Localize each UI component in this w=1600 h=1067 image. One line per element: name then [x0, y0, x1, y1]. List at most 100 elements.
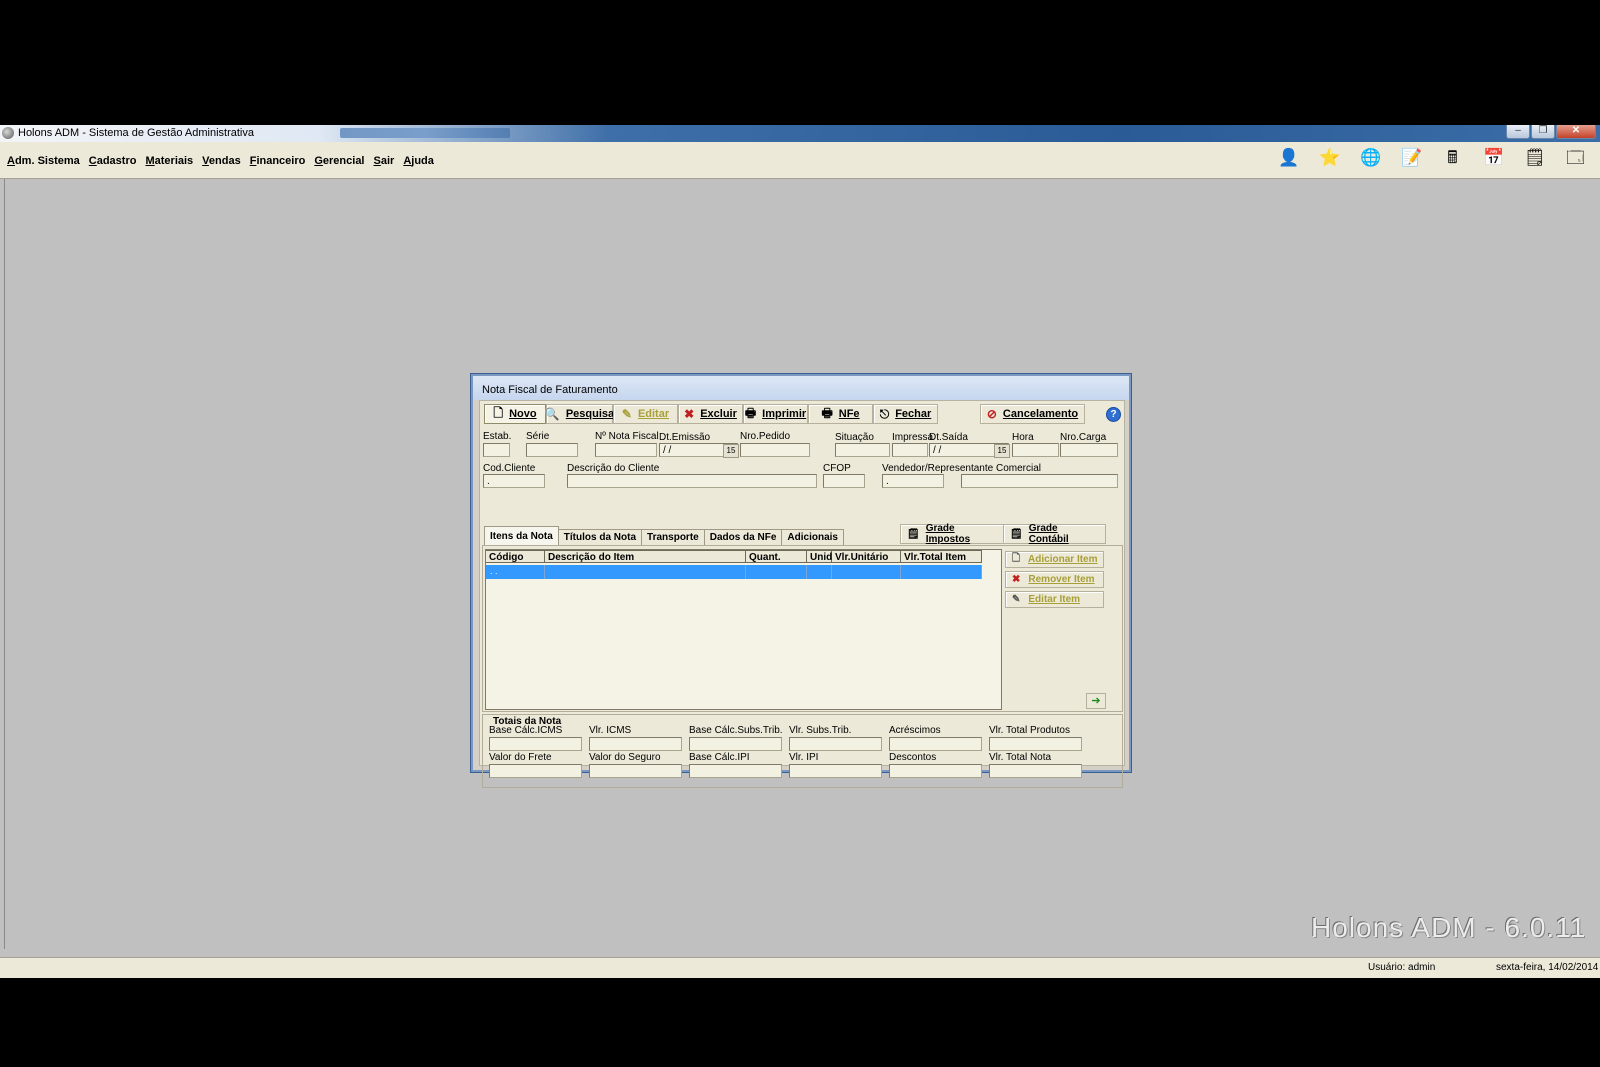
blurred-taskbar-region	[340, 128, 510, 138]
dt-emissao-calendar-icon[interactable]: 15	[723, 444, 739, 458]
menu-materiais[interactable]: Materiais	[145, 155, 193, 167]
dialog-title-bar: Nota Fiscal de Faturamento	[473, 376, 1129, 400]
new-document-icon: 🗋	[1012, 553, 1021, 564]
cancel-icon: ⊘	[986, 407, 997, 421]
grade-contabil-button[interactable]: 🗒 Grade Contábil	[1003, 523, 1106, 545]
adicionar-item-button[interactable]: 🗋 Adicionar Item	[1005, 551, 1104, 568]
minimize-button[interactable]: –	[1506, 125, 1530, 139]
grid-column-header[interactable]: Vlr.Unitário	[832, 550, 901, 563]
next-arrow-icon[interactable]: ➔	[1086, 693, 1106, 709]
nfe-label: NFe	[838, 408, 860, 420]
table-row[interactable]: . .	[486, 565, 982, 579]
menu-gerencial[interactable]: Gerencial	[314, 155, 364, 167]
grade-impostos-button[interactable]: 🗒 Grade Impostos	[900, 523, 1005, 545]
grid-cell[interactable]	[901, 565, 982, 579]
grid-cell[interactable]	[807, 565, 832, 579]
grid-cell[interactable]	[832, 565, 901, 579]
nota-fiscal-field[interactable]	[595, 443, 657, 457]
total-field[interactable]	[889, 737, 982, 751]
dt-saida-calendar-icon[interactable]: 15	[994, 444, 1010, 458]
remover-item-label: Remover Item	[1028, 574, 1095, 585]
grid-column-header[interactable]: Descrição do Item	[545, 550, 746, 563]
grid-column-header[interactable]: Código	[486, 550, 545, 563]
editar-button[interactable]: ✎ Editar	[613, 404, 678, 424]
menu-hotkey: V	[202, 155, 209, 167]
grid-column-header[interactable]: Quant.	[746, 550, 807, 563]
menu-adm-sistema[interactable]: Adm. Sistema	[7, 155, 80, 167]
impressa-field[interactable]	[892, 443, 928, 457]
total-field[interactable]	[789, 737, 882, 751]
total-field[interactable]	[589, 764, 682, 778]
pesquisa-button[interactable]: 🔍 Pesquisa	[544, 404, 614, 424]
menu-vendas[interactable]: Vendas	[202, 155, 241, 167]
notepad-edit-icon[interactable]: 📝	[1401, 147, 1422, 168]
novo-label: Novo	[509, 408, 537, 420]
imprimir-button[interactable]: 🖶 Imprimir	[743, 404, 808, 424]
total-field[interactable]	[489, 764, 582, 778]
menu-label: endas	[208, 155, 241, 167]
situacao-field[interactable]	[835, 443, 890, 457]
cfop-label: CFOP	[823, 463, 851, 474]
descricao-cliente-field[interactable]	[567, 474, 817, 488]
printer-nfe-icon: 🖶	[821, 405, 833, 420]
star-icon[interactable]: ⭐	[1319, 147, 1340, 168]
globe-icon[interactable]: 🌐	[1360, 147, 1381, 168]
menu-sair[interactable]: Sair	[374, 155, 395, 167]
menu-label: adastro	[96, 155, 137, 167]
user-icon[interactable]: 👤	[1278, 147, 1299, 168]
tab-2[interactable]: Transporte	[641, 529, 705, 546]
editar-label: Editar	[637, 408, 670, 420]
cancelamento-button[interactable]: ⊘ Cancelamento	[980, 404, 1085, 424]
excluir-button[interactable]: ✖ Excluir	[678, 404, 743, 424]
grid-column-header[interactable]: Vlr.Total Item	[901, 550, 982, 563]
menu-hotkey: S	[373, 155, 381, 167]
grid-cell[interactable]	[545, 565, 746, 579]
menu-financeiro[interactable]: Financeiro	[250, 155, 306, 167]
tab-0[interactable]: Itens da Nota	[484, 526, 559, 546]
grid-cell[interactable]	[746, 565, 807, 579]
cod-cliente-field[interactable]: .	[483, 474, 545, 488]
hora-field[interactable]	[1012, 443, 1059, 457]
vendedor-code-field[interactable]: .	[882, 474, 944, 488]
calculator-icon[interactable]: 🖩	[1442, 147, 1463, 168]
items-grid[interactable]: Código Descrição do Item Quant. Unid Vlr.Uni…	[485, 549, 1002, 710]
close-button[interactable]: ✕	[1556, 125, 1596, 139]
total-field[interactable]	[889, 764, 982, 778]
novo-button[interactable]: 🗋 Novo	[484, 404, 546, 424]
estab-field[interactable]	[483, 443, 510, 457]
menu-label: ateriais	[154, 155, 194, 167]
total-field[interactable]	[989, 764, 1082, 778]
grid-cell[interactable]: . .	[486, 565, 545, 579]
nro-carga-field[interactable]	[1060, 443, 1118, 457]
menu-ajuda[interactable]: Ajuda	[403, 155, 434, 167]
menu-cadastro[interactable]: Cadastro	[89, 155, 137, 167]
editar-item-button[interactable]: ✎ Editar Item	[1005, 591, 1104, 608]
total-field[interactable]	[489, 737, 582, 751]
fechar-button[interactable]: ⎋ Fechar	[873, 404, 938, 424]
descricao-cliente-label: Descrição do Cliente	[567, 463, 660, 474]
tab-1[interactable]: Títulos da Nota	[557, 529, 643, 546]
window-icon[interactable]: 🗔	[1565, 147, 1586, 168]
vendedor-name-field[interactable]	[961, 474, 1118, 488]
total-field[interactable]	[589, 737, 682, 751]
tab-4[interactable]: Adicionais	[781, 529, 844, 546]
serie-field[interactable]	[526, 443, 578, 457]
cfop-field[interactable]	[823, 474, 865, 488]
xml-notes-icon[interactable]: 🗒	[1524, 147, 1546, 168]
total-field[interactable]	[689, 737, 782, 751]
nro-pedido-field[interactable]	[740, 443, 810, 457]
total-field[interactable]	[789, 764, 882, 778]
calendar-icon[interactable]: 📅	[1483, 147, 1504, 168]
remover-item-button[interactable]: ✖ Remover Item	[1005, 571, 1104, 588]
search-icon: 🔍	[544, 407, 560, 421]
help-icon[interactable]: ?	[1106, 407, 1121, 422]
grid-column-header[interactable]: Unid	[807, 550, 832, 563]
restore-button[interactable]: ❐	[1531, 125, 1555, 139]
total-field[interactable]	[689, 764, 782, 778]
nro-pedido-label: Nro.Pedido	[740, 431, 791, 442]
total-field[interactable]	[989, 737, 1082, 751]
total-label: Vlr. Total Nota	[989, 752, 1052, 763]
app-logo-icon	[2, 127, 14, 139]
tab-3[interactable]: Dados da NFe	[703, 529, 783, 546]
nfe-button[interactable]: 🖶 NFe	[808, 404, 873, 424]
